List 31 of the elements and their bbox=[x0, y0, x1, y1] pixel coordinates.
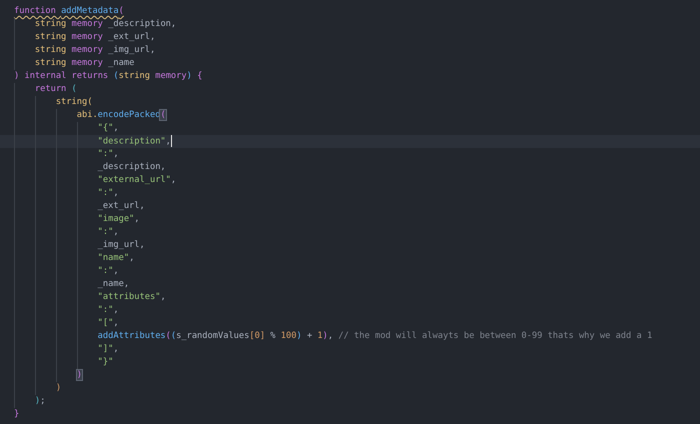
code-line: _ext_url, bbox=[98, 200, 145, 213]
code-line: "description", bbox=[98, 135, 172, 148]
code-line: "image", bbox=[98, 213, 140, 226]
code-line: string memory _description, bbox=[34, 18, 176, 31]
code-line: "name", bbox=[98, 252, 134, 265]
code-line: ":", bbox=[98, 148, 119, 161]
code-line: ":", bbox=[98, 187, 119, 200]
code-line: } bbox=[14, 408, 20, 421]
code-line: addAttributes((s_randomValues[0] % 100) + 1), // the mod will alwayts be between 0-99 thats why we add a 1 bbox=[98, 330, 652, 343]
code-line: ":", bbox=[98, 265, 119, 278]
code-line: "{", bbox=[98, 122, 119, 135]
code-line: ) bbox=[56, 382, 62, 395]
code-line: string memory _img_url, bbox=[34, 44, 156, 57]
code-line: "}" bbox=[98, 356, 114, 369]
code-line: "attributes", bbox=[98, 291, 166, 304]
code-line: _description, bbox=[98, 161, 166, 174]
code-line: return ( bbox=[34, 83, 77, 96]
code-line: "external_url", bbox=[98, 174, 176, 187]
code-line: string( bbox=[56, 96, 92, 109]
code-line: "[", bbox=[98, 317, 119, 330]
code-line: _name, bbox=[98, 278, 130, 291]
code-line: function addMetadata( bbox=[14, 5, 124, 18]
code-line: "]", bbox=[98, 343, 119, 356]
code-line: ":", bbox=[98, 226, 119, 239]
code-line: ":", bbox=[98, 304, 119, 317]
code-line: ); bbox=[34, 395, 46, 408]
code-line: _img_url, bbox=[98, 239, 145, 252]
code-line: abi.encodePacked( bbox=[76, 109, 166, 122]
code-line: string memory _ext_url, bbox=[34, 31, 156, 44]
code-line: string memory _name bbox=[34, 57, 134, 70]
code-line: ) internal returns (string memory) { bbox=[14, 70, 202, 83]
